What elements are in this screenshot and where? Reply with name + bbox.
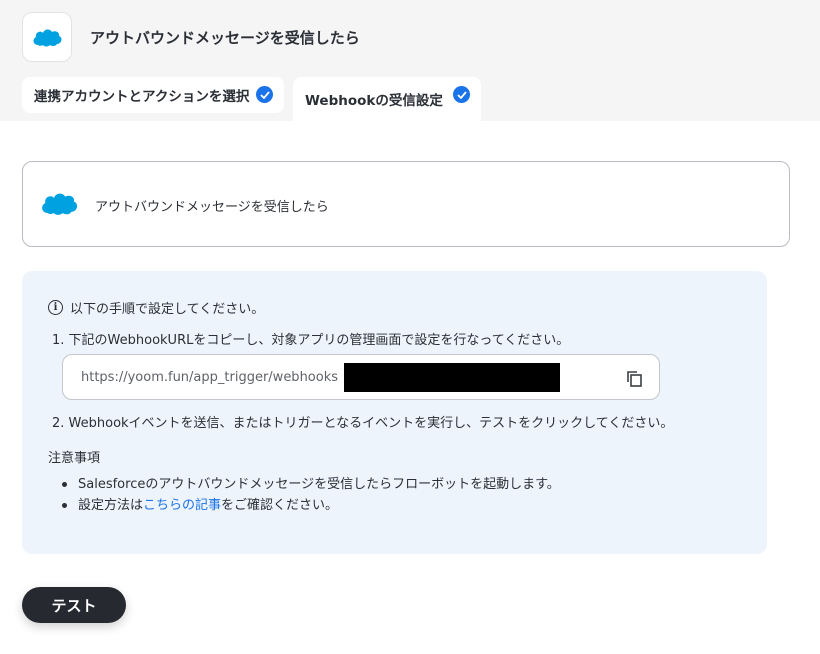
step-1-text: 1. 下記のWebhookURLをコピーし、対象アプリの管理画面で設定を行なって… bbox=[52, 333, 570, 348]
step-2-text: 2. Webhookイベントを送信、またはトリガーとなるイベントを実行し、テスト… bbox=[52, 416, 674, 431]
notes-list: Salesforceのアウトバウンドメッセージを受信したらフローボットを起動しま… bbox=[60, 474, 560, 516]
instructions-heading-text: 以下の手順で設定してください。 bbox=[70, 302, 265, 317]
copy-icon[interactable] bbox=[626, 370, 643, 387]
webhook-url-field[interactable]: https://yoom.fun/app_trigger/webhooks bbox=[62, 354, 660, 400]
tab-label: Webhookの受信設定 bbox=[305, 93, 443, 109]
instructions-panel: i 以下の手順で設定してください。 1. 下記のWebhookURLをコピーし、… bbox=[22, 271, 767, 554]
info-icon: i bbox=[48, 300, 63, 315]
tab-label: 連携アカウントとアクションを選択 bbox=[34, 89, 250, 105]
app-logo bbox=[22, 12, 72, 62]
tab-webhook-settings[interactable]: Webhookの受信設定 bbox=[293, 77, 481, 121]
instructions-heading: i 以下の手順で設定してください。 bbox=[48, 298, 264, 317]
redacted-token bbox=[344, 363, 560, 392]
check-circle-icon bbox=[453, 86, 470, 103]
salesforce-cloud-icon bbox=[33, 29, 62, 47]
article-link[interactable]: こちらの記事 bbox=[143, 498, 221, 513]
note-1: Salesforceのアウトバウンドメッセージを受信したらフローボットを起動しま… bbox=[78, 477, 560, 492]
note-2-prefix: 設定方法は bbox=[78, 498, 144, 513]
trigger-label: アウトバウンドメッセージを受信したら bbox=[95, 200, 329, 215]
tab-account-action[interactable]: 連携アカウントとアクションを選択 bbox=[22, 77, 284, 113]
webhook-url[interactable]: https://yoom.fun/app_trigger/webhooks bbox=[81, 370, 338, 385]
list-item: 設定方法はこちらの記事をご確認ください。 bbox=[60, 495, 560, 516]
header-bar: アウトバウンドメッセージを受信したら 連携アカウントとアクションを選択 Webh… bbox=[0, 0, 820, 121]
salesforce-cloud-icon bbox=[39, 188, 79, 222]
note-2-suffix: をご確認ください。 bbox=[221, 498, 339, 513]
page-title: アウトバウンドメッセージを受信したら bbox=[90, 29, 360, 47]
trigger-card: アウトバウンドメッセージを受信したら bbox=[22, 161, 790, 247]
check-circle-icon bbox=[256, 86, 273, 103]
test-button[interactable]: テスト bbox=[22, 587, 126, 623]
list-item: Salesforceのアウトバウンドメッセージを受信したらフローボットを起動しま… bbox=[60, 474, 560, 495]
notes-title: 注意事項 bbox=[48, 451, 101, 466]
